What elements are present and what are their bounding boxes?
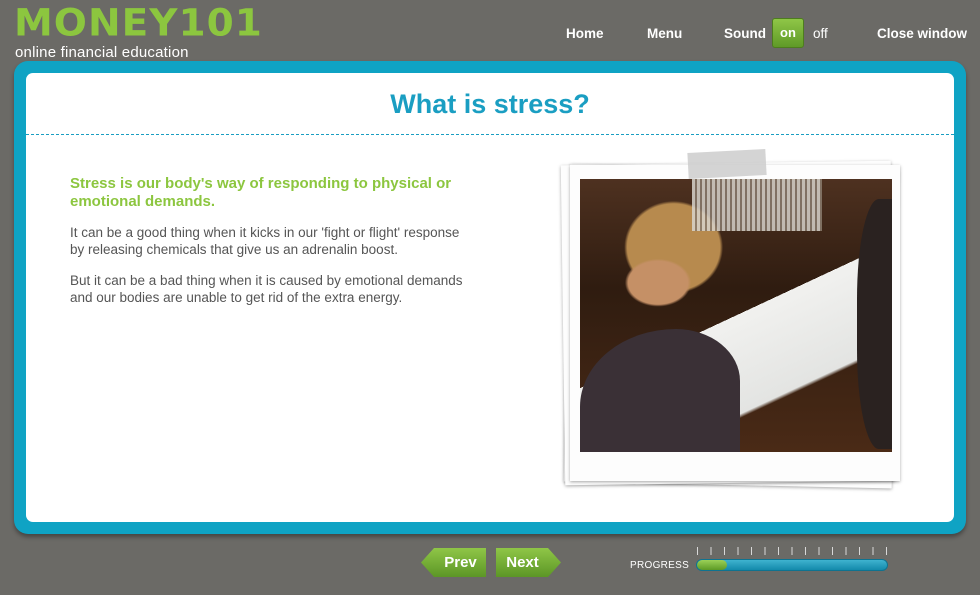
page-title: What is stress? — [390, 89, 590, 119]
sound-on-button[interactable]: on — [772, 18, 804, 48]
lead-statement: Stress is our body's way of responding t… — [70, 175, 452, 210]
home-link[interactable]: Home — [566, 26, 604, 41]
paragraph-good-stress: It can be a good thing when it kicks in … — [70, 225, 460, 257]
sound-off-button[interactable]: off — [813, 26, 828, 41]
close-window-link[interactable]: Close window — [877, 26, 967, 41]
stressed-woman-photo — [580, 179, 892, 452]
photo-stack — [560, 148, 908, 493]
tape-strip — [687, 148, 767, 180]
lesson-text: Stress is our body's way of responding t… — [70, 175, 470, 320]
title-divider — [26, 134, 954, 135]
woman-figure — [580, 329, 740, 452]
man-figure — [857, 199, 892, 449]
window-blinds — [692, 179, 822, 231]
progress-bar — [696, 559, 888, 571]
sound-label: Sound — [724, 26, 766, 41]
content-frame: What is stress? Stress is our body's way… — [14, 61, 966, 534]
paragraph-bad-stress: But it can be a bad thing when it is cau… — [70, 273, 463, 305]
content-panel: What is stress? Stress is our body's way… — [26, 73, 954, 522]
progress-fill — [697, 560, 728, 570]
prev-button[interactable]: Prev — [421, 548, 486, 577]
top-navigation: Home Menu Sound on off Close window — [0, 18, 980, 50]
progress-label: PROGRESS — [630, 560, 690, 571]
menu-link[interactable]: Menu — [647, 26, 682, 41]
progress-ticks — [697, 547, 887, 555]
next-button[interactable]: Next — [496, 548, 561, 577]
